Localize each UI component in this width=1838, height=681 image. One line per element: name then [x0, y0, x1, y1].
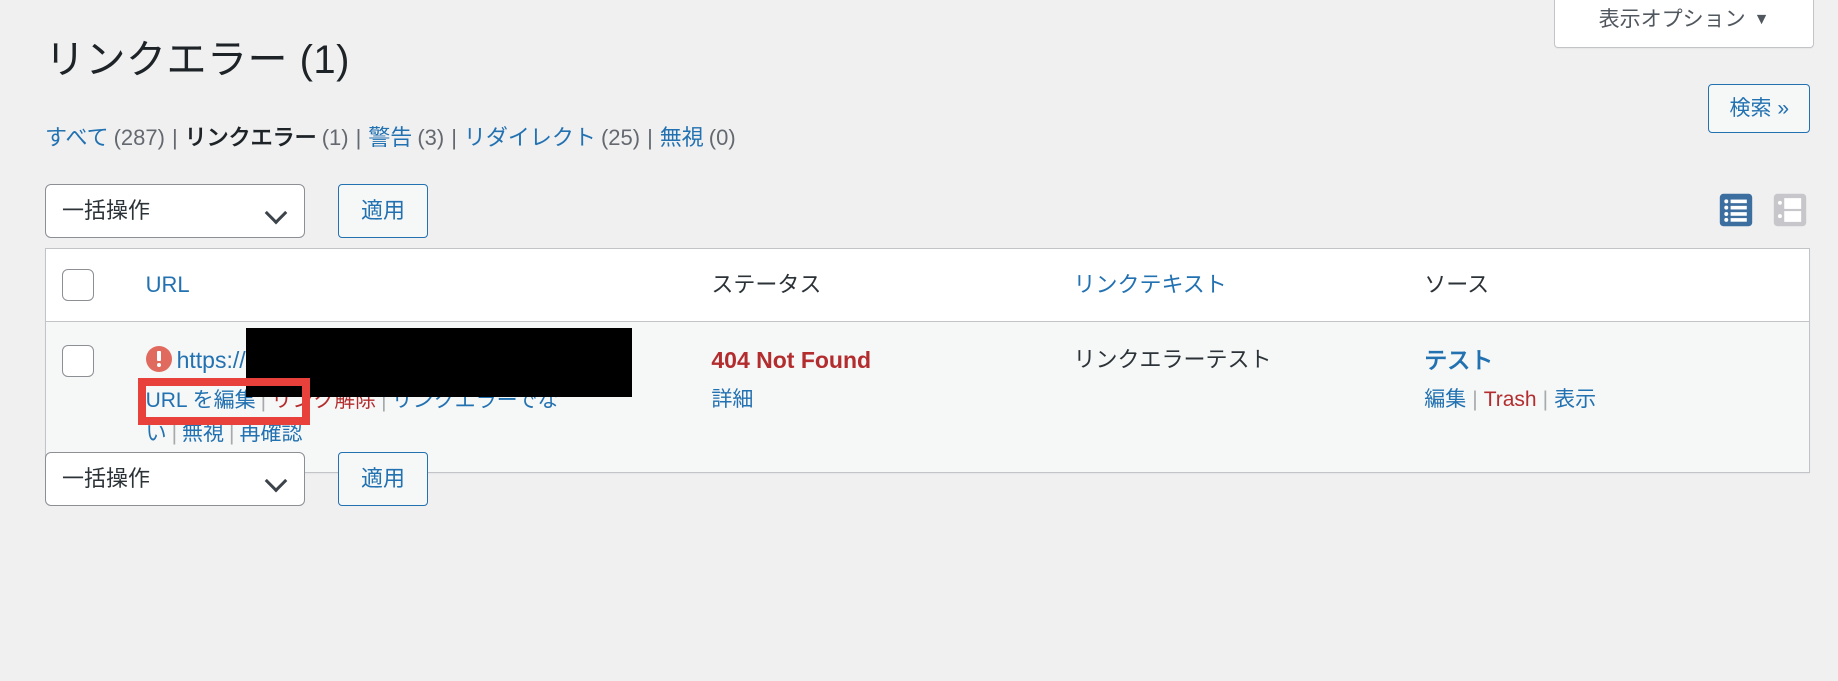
column-header-source-label: ソース	[1424, 271, 1490, 297]
source-action-1[interactable]: Trash	[1484, 388, 1537, 411]
row-action-separator: |	[171, 421, 178, 445]
select-all-checkbox[interactable]	[62, 269, 94, 301]
filter-link-4[interactable]: 無視	[660, 125, 704, 150]
source-actions: 編集 | Trash | 表示	[1424, 385, 1809, 415]
url-link[interactable]: https://	[177, 347, 246, 373]
filter-item: リンクエラー (1) |	[185, 124, 369, 152]
status-detail-link[interactable]: 詳細	[711, 388, 753, 411]
link-text-value: リンクエラーテスト	[1073, 347, 1272, 372]
row-source-cell: テスト 編集 | Trash | 表示	[1424, 322, 1809, 473]
row-action-0[interactable]: URL を編集	[146, 389, 256, 412]
tablenav-top: 一括操作 適用	[45, 184, 1810, 246]
column-header-source: ソース	[1424, 249, 1809, 322]
row-url-cell: https:// URL を編集 | リンク解除 | リンクエラーでない | 無視 | 再確認	[145, 322, 712, 473]
filter-links: すべて (287) | リンクエラー (1) | 警告 (3) | リダイレクト (25) | 無視 (0…	[45, 124, 736, 152]
column-header-status-label: ステータス	[711, 271, 822, 297]
column-header-link-text: リンクテキスト	[1073, 249, 1425, 322]
filter-item: 無視 (0)	[660, 124, 736, 152]
chevron-down-icon	[266, 185, 288, 239]
filter-count-3: (25)	[600, 125, 641, 150]
source-action-0[interactable]: 編集	[1424, 388, 1466, 411]
filter-item: リダイレクト (25) |	[464, 124, 660, 152]
filter-separator: |	[171, 125, 178, 150]
url-redaction-bar	[245, 328, 632, 397]
filter-separator: |	[355, 125, 362, 150]
row-checkbox-cell	[46, 322, 146, 473]
row-status-cell: 404 Not Found 詳細	[711, 322, 1074, 473]
status-badge: 404 Not Found	[711, 347, 872, 373]
status-detail: 詳細	[711, 385, 1073, 415]
bulk-action-label-top: 一括操作	[62, 198, 151, 223]
search-button[interactable]: 検索 »	[1708, 84, 1810, 134]
column-header-link-text-link[interactable]: リンクテキスト	[1073, 272, 1226, 297]
error-icon	[145, 346, 172, 372]
filter-separator: |	[451, 125, 457, 150]
source-title-link[interactable]: テスト	[1424, 347, 1493, 373]
table-head: URL ステータス リンクテキスト ソース	[46, 249, 1809, 322]
apply-button-bottom[interactable]: 適用	[338, 452, 429, 506]
list-view-icon[interactable]	[1718, 192, 1754, 228]
filter-count-0: (287)	[113, 125, 165, 150]
bulk-action-select-bottom[interactable]: 一括操作	[45, 452, 305, 506]
table-body: https:// URL を編集 | リンク解除 | リンクエラーでない | 無視 | 再確認 …	[46, 322, 1809, 473]
table-row: https:// URL を編集 | リンク解除 | リンクエラーでない | 無視 | 再確認 …	[46, 322, 1809, 473]
source-action-2[interactable]: 表示	[1554, 388, 1596, 411]
source-action-separator: |	[1472, 388, 1478, 412]
column-header-status: ステータス	[711, 249, 1074, 322]
bulk-action-select-top[interactable]: 一括操作	[45, 184, 305, 238]
row-action-3[interactable]: 無視	[182, 422, 224, 445]
filter-item: すべて (287) |	[45, 124, 185, 152]
apply-button-top[interactable]: 適用	[338, 184, 429, 238]
filter-link-2[interactable]: 警告	[368, 125, 412, 150]
filter-count-4: (0)	[708, 125, 736, 150]
column-header-url: URL	[145, 249, 712, 322]
search-box: 検索 »	[1708, 84, 1810, 134]
row-action-4[interactable]: 再確認	[240, 422, 303, 445]
filter-item: 警告 (3) |	[368, 124, 464, 152]
filter-count-2: (3)	[417, 125, 445, 150]
links-table: URL ステータス リンクテキスト ソース https:// URL を編集 |…	[45, 248, 1810, 474]
column-header-url-link[interactable]: URL	[146, 272, 190, 297]
excerpt-view-icon[interactable]	[1772, 192, 1808, 228]
filter-separator: |	[647, 125, 653, 150]
page-title: リンクエラー (1)	[45, 38, 350, 82]
row-action-separator: |	[229, 421, 235, 445]
view-switch	[1718, 192, 1808, 228]
source-action-separator: |	[1542, 388, 1549, 412]
bulk-action-label-bottom: 一括操作	[62, 466, 151, 491]
row-link-text-cell: リンクエラーテスト	[1073, 322, 1425, 473]
table-header-row: URL ステータス リンクテキスト ソース	[46, 249, 1809, 322]
chevron-down-icon	[266, 453, 288, 507]
row-checkbox[interactable]	[62, 345, 94, 378]
column-header-checkbox	[46, 249, 146, 322]
page-wrap: リンクエラー (1)	[45, 0, 1810, 86]
filter-link-3[interactable]: リダイレクト	[464, 125, 596, 150]
filter-link-0[interactable]: すべて	[45, 125, 109, 150]
tablenav-bottom: 一括操作 適用	[45, 452, 1810, 514]
url-line: https://	[145, 328, 712, 397]
filter-link-1[interactable]: リンクエラー	[185, 125, 317, 150]
filter-count-1: (1)	[321, 125, 349, 150]
